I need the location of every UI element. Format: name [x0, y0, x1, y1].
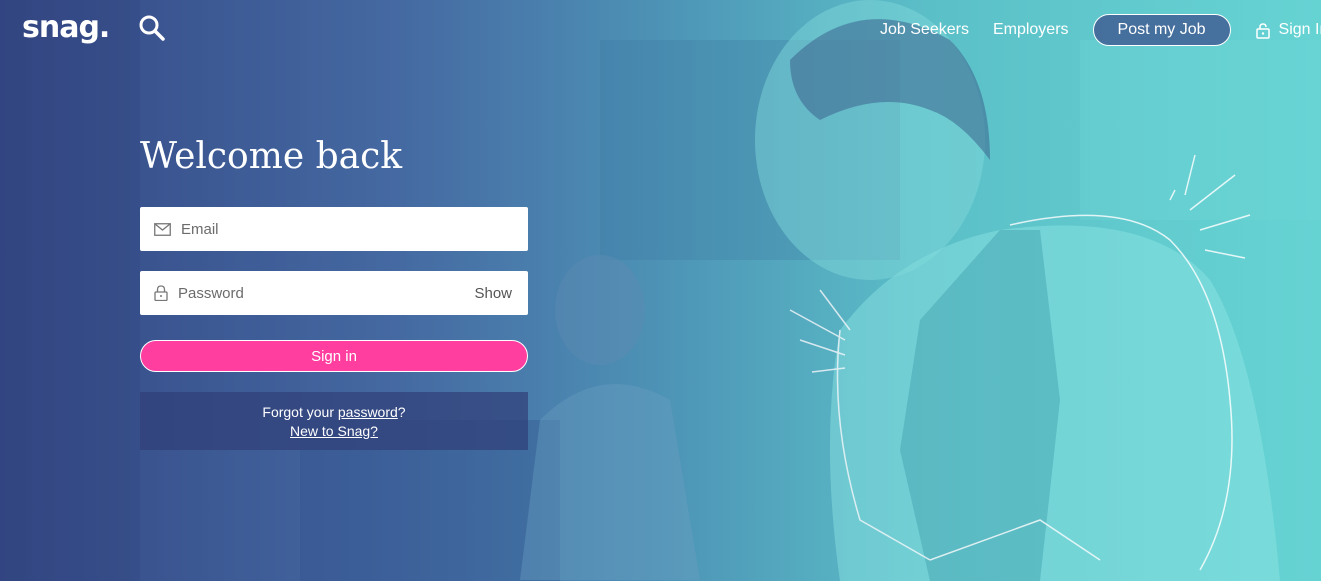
forgot-password-line: Forgot your password? — [140, 403, 528, 422]
forgot-password-link[interactable]: password — [338, 404, 398, 420]
new-to-snag-link[interactable]: New to Snag? — [290, 423, 378, 439]
search-icon[interactable] — [138, 14, 166, 42]
login-page: snag. Job Seekers Employers Post my Job … — [0, 0, 1321, 581]
password-field[interactable]: Show — [140, 270, 528, 316]
lock-icon — [1255, 22, 1270, 39]
nav-sign-in-label: Sign In — [1278, 21, 1321, 38]
email-input[interactable] — [179, 206, 528, 252]
forgot-suffix: ? — [397, 404, 406, 420]
forgot-prefix: Forgot your — [262, 404, 338, 420]
sign-in-button[interactable]: Sign in — [140, 340, 528, 372]
nav-employers[interactable]: Employers — [993, 21, 1069, 39]
password-input[interactable] — [176, 270, 475, 316]
post-my-job-button[interactable]: Post my Job — [1092, 14, 1231, 46]
snag-logo[interactable]: snag. — [22, 10, 110, 45]
show-password-toggle[interactable]: Show — [474, 285, 512, 302]
email-field[interactable] — [140, 206, 528, 252]
help-links-box: Forgot your password? New to Snag? — [140, 392, 528, 450]
top-nav: Job Seekers Employers Post my Job Sign I… — [880, 14, 1321, 46]
nav-sign-in[interactable]: Sign In — [1255, 21, 1321, 39]
envelope-icon — [154, 222, 171, 236]
page-title: Welcome back — [140, 136, 403, 177]
nav-job-seekers[interactable]: Job Seekers — [880, 21, 969, 39]
lock-icon — [154, 285, 168, 301]
